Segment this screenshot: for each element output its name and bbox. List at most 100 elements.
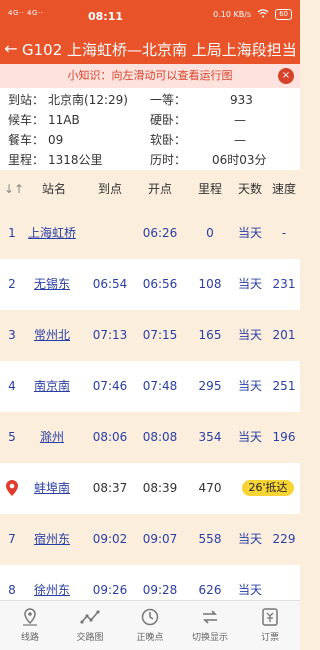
hard-sleeper-value: — bbox=[234, 113, 246, 127]
wifi-icon bbox=[257, 9, 269, 20]
station-link[interactable]: 蚌埠南 bbox=[20, 463, 84, 514]
header-depart: 开点 bbox=[147, 182, 172, 196]
status-bar: 4G·· 4G·· 08:11 0.10 KB/s 60 bbox=[0, 0, 300, 34]
arrive-time: 09:26 bbox=[92, 583, 128, 597]
table-header: ↓↑ 站名 到点 开点 里程 天数 速度 bbox=[0, 170, 300, 208]
distance: 108 bbox=[198, 277, 222, 291]
tab-ticket[interactable]: 订票 bbox=[240, 601, 300, 650]
days: 当天 bbox=[237, 532, 262, 546]
tab-punctuality[interactable]: 正晚点 bbox=[120, 601, 180, 650]
hard-sleeper-label: 硬卧： bbox=[150, 113, 187, 127]
speed: 251 bbox=[272, 379, 296, 393]
first-class-label: 一等： bbox=[150, 93, 187, 107]
signal-indicator: 4G·· 4G·· bbox=[8, 9, 44, 17]
duration-label: 历时： bbox=[150, 153, 187, 167]
row-number: 8 bbox=[8, 583, 16, 597]
arrive-time: 08:37 bbox=[92, 481, 128, 495]
duration-value: 06时03分 bbox=[212, 153, 267, 167]
sort-toggle[interactable]: ↓↑ bbox=[4, 170, 24, 208]
speed: 229 bbox=[272, 532, 296, 546]
arrive-time: 07:13 bbox=[92, 328, 128, 342]
battery-indicator: 60 bbox=[275, 9, 292, 20]
bottom-tab-bar: 线路 交路图 正晚点 切换显示 订票 bbox=[0, 600, 300, 650]
location-pin-icon bbox=[2, 463, 22, 518]
app-header: ← G102 上海虹桥—北京南 上局上海段担当 bbox=[0, 34, 300, 64]
row-number: 3 bbox=[8, 328, 16, 342]
tip-text: 小知识：向左滑动可以查看运行图 bbox=[67, 69, 233, 82]
speed: 201 bbox=[272, 328, 296, 342]
table-row[interactable]: 5 滁州 08:06 08:08 354 当天 196 bbox=[0, 412, 300, 463]
row-number: 1 bbox=[8, 226, 16, 240]
station-link[interactable]: 徐州东 bbox=[20, 565, 84, 600]
tab-chart[interactable]: 交路图 bbox=[60, 601, 120, 650]
status-right: 0.10 KB/s 60 bbox=[213, 9, 292, 20]
tab-switch-display-label: 切换显示 bbox=[191, 633, 228, 643]
network-speed: 0.10 KB/s bbox=[213, 10, 252, 19]
speed: 196 bbox=[272, 430, 296, 444]
distance-label: 里程： bbox=[8, 153, 45, 167]
station-link[interactable]: 无锡东 bbox=[20, 259, 84, 310]
table-row[interactable]: 1 上海虹桥 06:26 0 当天 - bbox=[0, 208, 300, 259]
dining-label: 餐车： bbox=[8, 133, 45, 147]
table-row[interactable]: 8 徐州东 09:26 09:28 626 当天 bbox=[0, 565, 300, 600]
row-number: 2 bbox=[8, 277, 16, 291]
arrival-status-badge: 26'抵达 bbox=[242, 480, 294, 496]
soft-sleeper-value: — bbox=[234, 133, 246, 147]
header-days: 天数 bbox=[237, 182, 262, 196]
station-link[interactable]: 南京南 bbox=[20, 361, 84, 412]
soft-sleeper-label: 软卧： bbox=[150, 133, 187, 147]
close-tip-button[interactable]: × bbox=[278, 68, 294, 84]
distance: 295 bbox=[198, 379, 222, 393]
first-class-value: 933 bbox=[230, 93, 253, 107]
table-row[interactable]: 3 常州北 07:13 07:15 165 当天 201 bbox=[0, 310, 300, 361]
days: 当天 bbox=[237, 328, 262, 342]
arrive-label: 到站： bbox=[8, 93, 45, 107]
station-link[interactable]: 宿州东 bbox=[20, 514, 84, 565]
row-number: 4 bbox=[8, 379, 16, 393]
page-title: G102 上海虹桥—北京南 上局上海段担当 bbox=[22, 40, 297, 59]
tab-chart-label: 交路图 bbox=[76, 633, 104, 643]
depart-time: 09:07 bbox=[142, 532, 178, 546]
train-info-panel: 到站： 北京南(12:29) 一等： 933 候车： 11AB 硬卧： — 餐车… bbox=[0, 88, 300, 170]
ticket-icon bbox=[240, 607, 300, 627]
distance: 470 bbox=[198, 481, 222, 495]
table-row[interactable]: 2 无锡东 06:54 06:56 108 当天 231 bbox=[0, 259, 300, 310]
days: 当天 bbox=[237, 430, 262, 444]
waiting-label: 候车： bbox=[8, 113, 45, 127]
clock-icon bbox=[120, 607, 180, 627]
row-number: 7 bbox=[8, 532, 16, 546]
arrive-time: 08:06 bbox=[92, 430, 128, 444]
days: 当天 bbox=[237, 379, 262, 393]
days: 当天 bbox=[237, 583, 262, 597]
distance: 626 bbox=[198, 583, 222, 597]
distance: 354 bbox=[198, 430, 222, 444]
route-icon bbox=[0, 607, 60, 627]
arrive-value: 北京南(12:29) bbox=[48, 93, 128, 107]
station-link[interactable]: 滁州 bbox=[20, 412, 84, 463]
station-link[interactable]: 上海虹桥 bbox=[20, 208, 84, 259]
table-row[interactable]: 4 南京南 07:46 07:48 295 当天 251 bbox=[0, 361, 300, 412]
arrive-time: 07:46 bbox=[92, 379, 128, 393]
chart-icon bbox=[60, 607, 120, 627]
depart-time: 08:39 bbox=[142, 481, 178, 495]
header-station: 站名 bbox=[41, 182, 66, 196]
tab-switch-display[interactable]: 切换显示 bbox=[180, 601, 240, 650]
days: 当天 bbox=[237, 277, 262, 291]
depart-time: 06:26 bbox=[142, 226, 178, 240]
tab-route[interactable]: 线路 bbox=[0, 601, 60, 650]
tab-ticket-label: 订票 bbox=[260, 633, 279, 643]
table-row[interactable]: 7 宿州东 09:02 09:07 558 当天 229 bbox=[0, 514, 300, 565]
switch-icon bbox=[180, 607, 240, 627]
info-row-dining: 餐车： 09 软卧： — bbox=[0, 130, 300, 150]
distance: 558 bbox=[198, 532, 222, 546]
station-link[interactable]: 常州北 bbox=[20, 310, 84, 361]
depart-time: 07:15 bbox=[142, 328, 178, 342]
back-button[interactable]: ← bbox=[0, 34, 22, 64]
schedule-table: 1 上海虹桥 06:26 0 当天 - 2 无锡东 06:54 06:56 10… bbox=[0, 208, 300, 600]
header-distance: 里程 bbox=[197, 182, 222, 196]
depart-time: 07:48 bbox=[142, 379, 178, 393]
waiting-value: 11AB bbox=[48, 113, 80, 127]
clock: 08:11 bbox=[88, 10, 124, 23]
table-row-current[interactable]: 蚌埠南 08:37 08:39 470 26'抵达 bbox=[0, 463, 300, 514]
distance: 165 bbox=[198, 328, 222, 342]
